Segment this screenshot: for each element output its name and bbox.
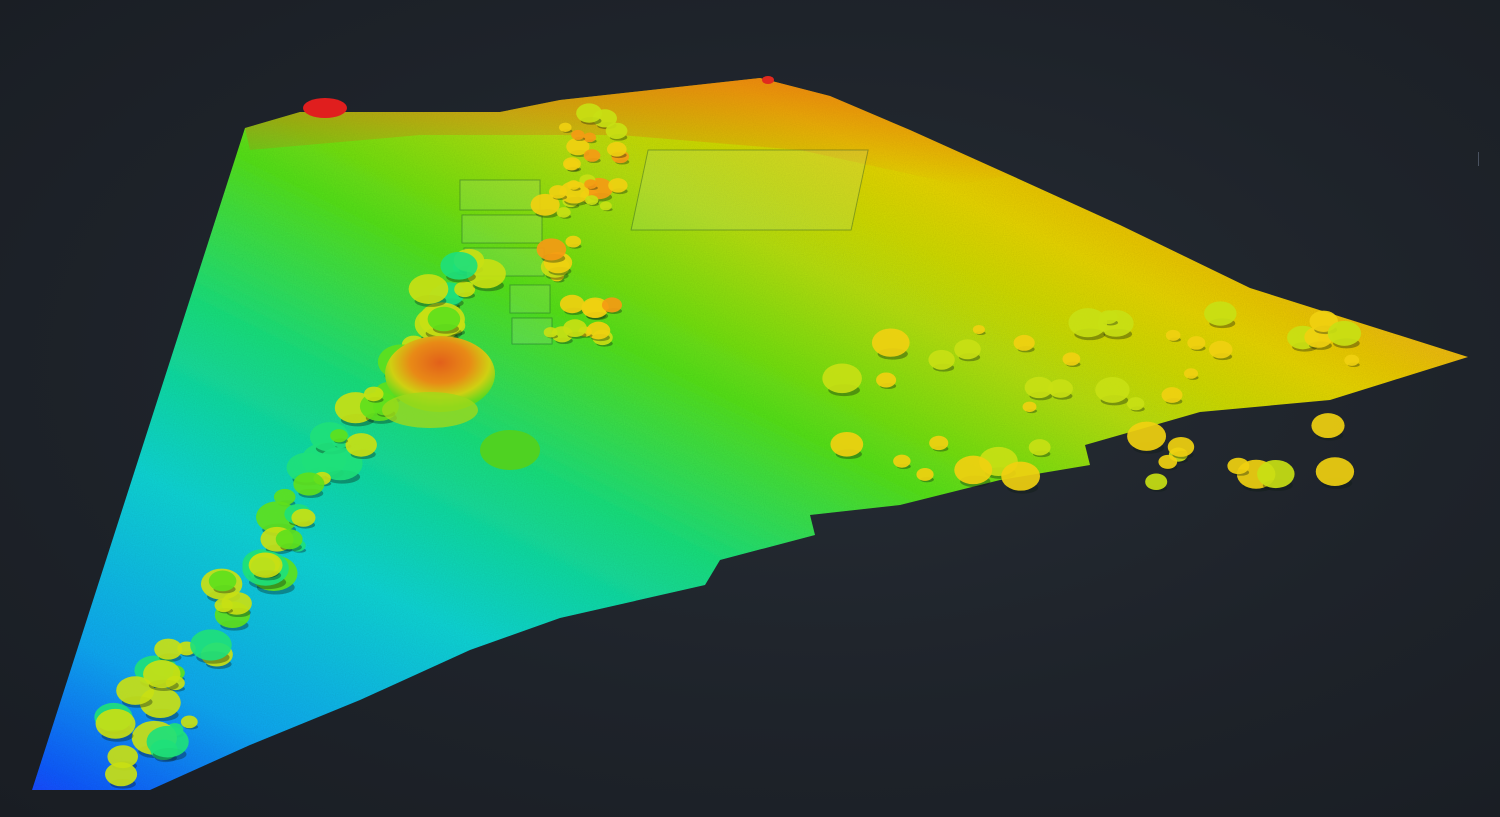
tree-canopy <box>154 638 183 660</box>
tree-canopy <box>248 552 283 578</box>
point-cloud-viewport[interactable] <box>0 0 1500 817</box>
tree-canopy <box>954 339 981 360</box>
tree-canopy <box>146 725 189 758</box>
tree-canopy <box>440 251 478 280</box>
tree-canopy <box>871 328 910 357</box>
tree-canopy <box>408 274 449 304</box>
tree-canopy <box>105 762 138 787</box>
tree-canopy <box>275 529 303 550</box>
high-point-marker <box>762 76 774 84</box>
tree-canopy <box>564 159 579 171</box>
tree-canopy <box>567 180 581 190</box>
tree-canopy <box>1165 329 1181 341</box>
tree-canopy <box>1127 421 1167 451</box>
tree-canopy <box>822 363 862 394</box>
tree-canopy <box>180 715 198 729</box>
tree-canopy <box>954 455 993 485</box>
tree-canopy <box>599 201 612 211</box>
tree-canopy <box>208 570 237 592</box>
tree-canopy <box>214 598 233 613</box>
tree-canopy <box>1013 334 1035 351</box>
tree-canopy <box>1208 340 1233 359</box>
tree-canopy <box>1204 301 1237 326</box>
tree-canopy <box>1344 354 1360 366</box>
tree-canopy <box>548 185 567 199</box>
tree-canopy <box>608 178 628 193</box>
tree-canopy <box>584 179 598 190</box>
tree-canopy <box>543 327 558 338</box>
tree-canopy <box>1095 377 1130 403</box>
tree-canopy <box>95 708 136 739</box>
tree-canopy <box>1022 401 1037 413</box>
tree-canopy <box>536 238 567 261</box>
tree-canopy <box>1227 457 1250 475</box>
tree-canopy <box>571 129 585 140</box>
tree-canopy <box>427 306 461 332</box>
tree-canopy <box>1315 457 1355 487</box>
tree-canopy <box>1028 439 1051 456</box>
tree-canopy <box>1167 436 1195 457</box>
tree-canopy <box>291 508 316 527</box>
tree-canopy <box>1257 459 1295 489</box>
tree-canopy <box>1161 387 1183 403</box>
tree-canopy <box>929 435 949 451</box>
tree-canopy <box>972 324 985 335</box>
tree-canopy <box>143 660 181 689</box>
tree-canopy <box>830 431 864 457</box>
tree-canopy <box>345 433 377 457</box>
tree-canopy <box>565 235 582 248</box>
tree-canopy <box>1068 308 1108 338</box>
tree-canopy <box>559 294 585 314</box>
tree-canopy <box>583 149 601 162</box>
tree-canopy <box>576 103 603 123</box>
tree-canopy <box>606 141 627 157</box>
tree-canopy <box>190 629 232 661</box>
tree-canopy <box>583 132 597 143</box>
tree-canopy <box>916 468 934 481</box>
tree-canopy <box>363 386 384 402</box>
tree-canopy <box>585 195 599 206</box>
tree-canopy <box>928 349 955 370</box>
tree-canopy <box>876 372 897 388</box>
axis-indicator <box>1478 152 1479 166</box>
tree-canopy <box>556 207 571 218</box>
tree-canopy <box>1183 368 1199 379</box>
tree-canopy <box>1187 336 1206 350</box>
tree-canopy <box>1001 461 1041 491</box>
tree-canopy <box>563 319 587 338</box>
tree-canopy <box>1311 413 1345 439</box>
tree-canopy <box>1145 473 1168 491</box>
tree-canopy <box>893 454 911 468</box>
tree-canopy <box>605 122 628 140</box>
tree-canopy <box>330 429 348 443</box>
tree-canopy <box>1327 320 1362 346</box>
tree-canopy <box>293 472 325 496</box>
tree-canopy <box>601 297 623 313</box>
tree-canopy <box>559 122 572 133</box>
elevation-point-cloud[interactable] <box>0 0 1500 817</box>
tree-canopy <box>1048 379 1073 398</box>
tree-canopy <box>1127 397 1145 411</box>
high-point-marker <box>303 98 347 118</box>
tree-canopy <box>454 281 476 298</box>
tree-canopy <box>1062 352 1081 366</box>
